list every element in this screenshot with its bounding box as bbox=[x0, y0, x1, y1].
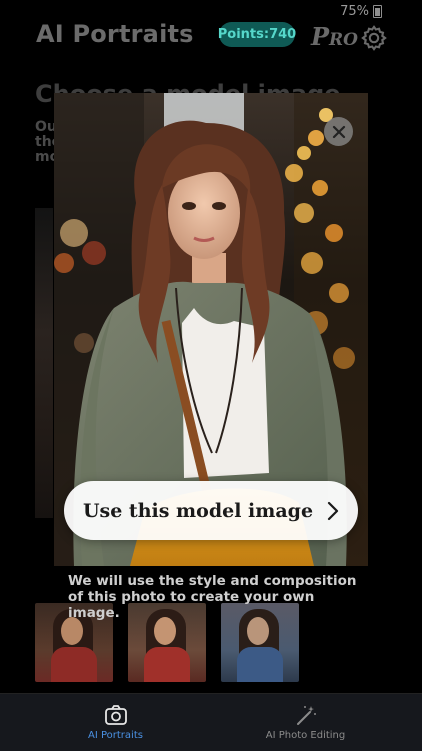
points-badge[interactable]: Points:740 bbox=[218, 22, 296, 47]
nav-label-ai-portraits: AI Portraits bbox=[88, 730, 143, 741]
nav-label-ai-photo-editing: AI Photo Editing bbox=[265, 730, 346, 741]
gear-icon[interactable] bbox=[360, 24, 388, 52]
app-title: AI Portraits bbox=[36, 20, 194, 48]
bottom-navigation: AI Portraits AI Photo Editing bbox=[0, 693, 422, 751]
nav-item-ai-portraits[interactable]: AI Portraits bbox=[10, 694, 221, 751]
chevron-right-icon bbox=[327, 501, 339, 520]
pro-badge[interactable]: PRO bbox=[311, 22, 358, 51]
use-model-image-label: Use this model image bbox=[82, 499, 314, 522]
close-button[interactable] bbox=[324, 117, 353, 146]
battery-icon bbox=[373, 4, 382, 18]
battery-level: 75% bbox=[340, 3, 369, 19]
pro-badge-rest: RO bbox=[329, 30, 358, 50]
model-image-caption: We will use the style and composition of… bbox=[68, 573, 357, 621]
close-icon bbox=[332, 125, 345, 138]
use-model-image-button[interactable]: Use this model image bbox=[64, 481, 358, 540]
app-header: AI Portraits Points:740 PRO bbox=[0, 18, 422, 56]
background-model-image-edge bbox=[35, 208, 53, 518]
nav-item-ai-photo-editing[interactable]: AI Photo Editing bbox=[200, 694, 411, 751]
pro-badge-first: P bbox=[311, 22, 330, 51]
magic-wand-icon bbox=[296, 706, 316, 725]
camera-icon bbox=[104, 705, 127, 725]
